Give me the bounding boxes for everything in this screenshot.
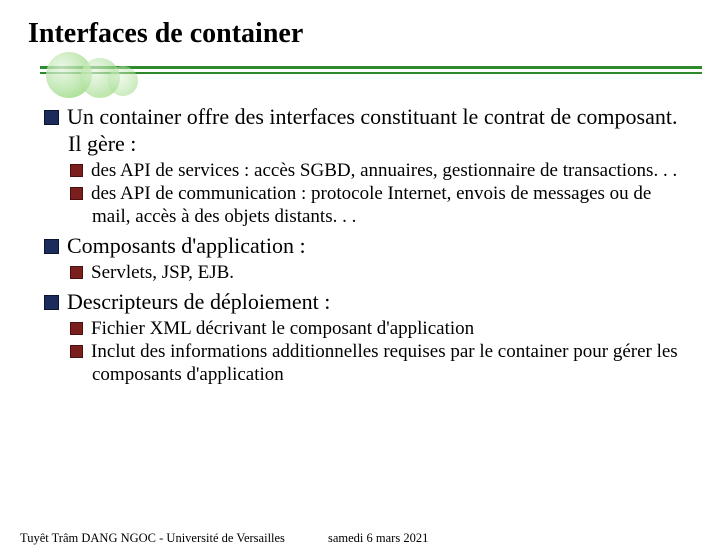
rule-bottom: [40, 72, 702, 74]
slide-title: Interfaces de container: [28, 18, 720, 50]
footer-date: samedi 6 mars 2021: [328, 531, 428, 546]
bullet-level2: Fichier XML décrivant le composant d'app…: [70, 318, 690, 341]
bullet-level1: Composants d'application :: [44, 233, 690, 260]
bullet-level1: Descripteurs de déploiement :: [44, 289, 690, 316]
bullet-level2: Inclut des informations additionnelles r…: [70, 341, 690, 387]
bullet-level1: Un container offre des interfaces consti…: [44, 104, 690, 158]
square-bullet-icon: [70, 187, 83, 200]
square-bullet-icon: [70, 266, 83, 279]
square-bullet-icon: [44, 110, 59, 125]
bullet-level2: Servlets, JSP, EJB.: [70, 262, 690, 285]
square-bullet-icon: [70, 164, 83, 177]
bullet-text: Inclut des informations additionnelles r…: [91, 341, 678, 385]
bullet-level2: des API de communication : protocole Int…: [70, 183, 690, 229]
bullet-text: des API de communication : protocole Int…: [91, 183, 651, 227]
circle-decoration: [108, 66, 138, 96]
footer-author: Tuyêt Trâm DANG NGOC - Université de Ver…: [20, 531, 285, 546]
square-bullet-icon: [44, 239, 59, 254]
slide-body: Un container offre des interfaces consti…: [44, 104, 690, 387]
bullet-text: Un container offre des interfaces consti…: [67, 104, 677, 156]
title-decoration: [0, 56, 720, 100]
square-bullet-icon: [44, 295, 59, 310]
bullet-text: des API de services : accès SGBD, annuai…: [91, 160, 677, 181]
bullet-text: Fichier XML décrivant le composant d'app…: [91, 318, 474, 339]
bullet-text: Descripteurs de déploiement :: [67, 289, 330, 314]
bullet-text: Composants d'application :: [67, 233, 306, 258]
square-bullet-icon: [70, 322, 83, 335]
rule-top: [40, 66, 702, 69]
bullet-level2: des API de services : accès SGBD, annuai…: [70, 160, 690, 183]
square-bullet-icon: [70, 345, 83, 358]
bullet-text: Servlets, JSP, EJB.: [91, 262, 234, 283]
